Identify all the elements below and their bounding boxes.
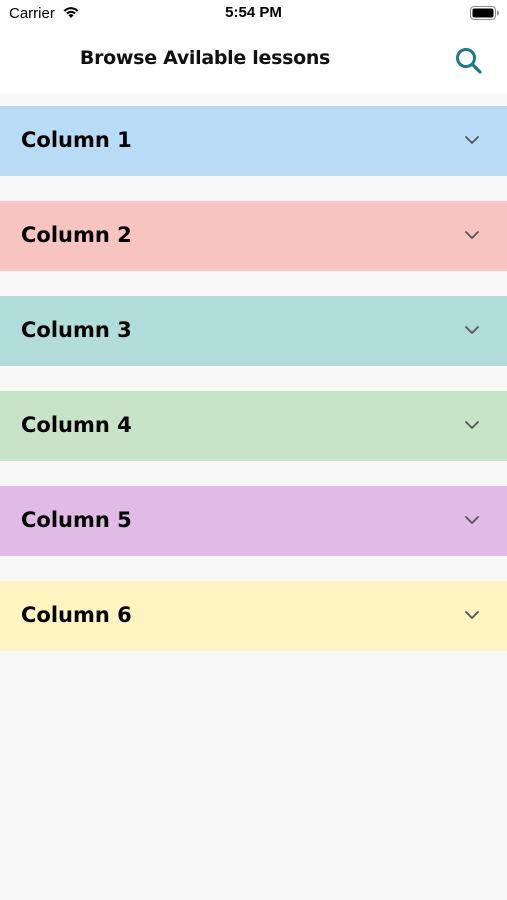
navigation-bar: Browse Avilable lessons bbox=[0, 28, 507, 94]
column-list: Column 1 Column 2 Column 3 Column 4 Colu… bbox=[0, 106, 507, 676]
chevron-down-icon bbox=[465, 326, 479, 334]
column-row-3[interactable]: Column 3 bbox=[0, 296, 507, 366]
page-title: Browse Avilable lessons bbox=[79, 47, 331, 69]
column-row-5[interactable]: Column 5 bbox=[0, 486, 507, 556]
chevron-down-icon bbox=[465, 231, 479, 239]
column-row-2[interactable]: Column 2 bbox=[0, 201, 507, 271]
column-label: Column 5 bbox=[21, 508, 132, 532]
chevron-down-icon bbox=[465, 136, 479, 144]
chevron-down-icon bbox=[465, 611, 479, 619]
chevron-down-icon bbox=[465, 516, 479, 524]
column-row-1[interactable]: Column 1 bbox=[0, 106, 507, 176]
column-label: Column 2 bbox=[21, 223, 132, 247]
status-bar: Carrier 5:54 PM bbox=[0, 0, 507, 28]
battery-icon bbox=[470, 6, 499, 20]
search-button[interactable] bbox=[452, 44, 486, 78]
search-icon bbox=[456, 48, 482, 74]
status-time: 5:54 PM bbox=[225, 4, 282, 21]
column-label: Column 6 bbox=[21, 603, 132, 627]
column-label: Column 4 bbox=[21, 413, 132, 437]
column-row-4[interactable]: Column 4 bbox=[0, 391, 507, 461]
column-label: Column 3 bbox=[21, 318, 132, 342]
column-row-6[interactable]: Column 6 bbox=[0, 581, 507, 651]
chevron-down-icon bbox=[465, 421, 479, 429]
column-label: Column 1 bbox=[21, 128, 132, 152]
